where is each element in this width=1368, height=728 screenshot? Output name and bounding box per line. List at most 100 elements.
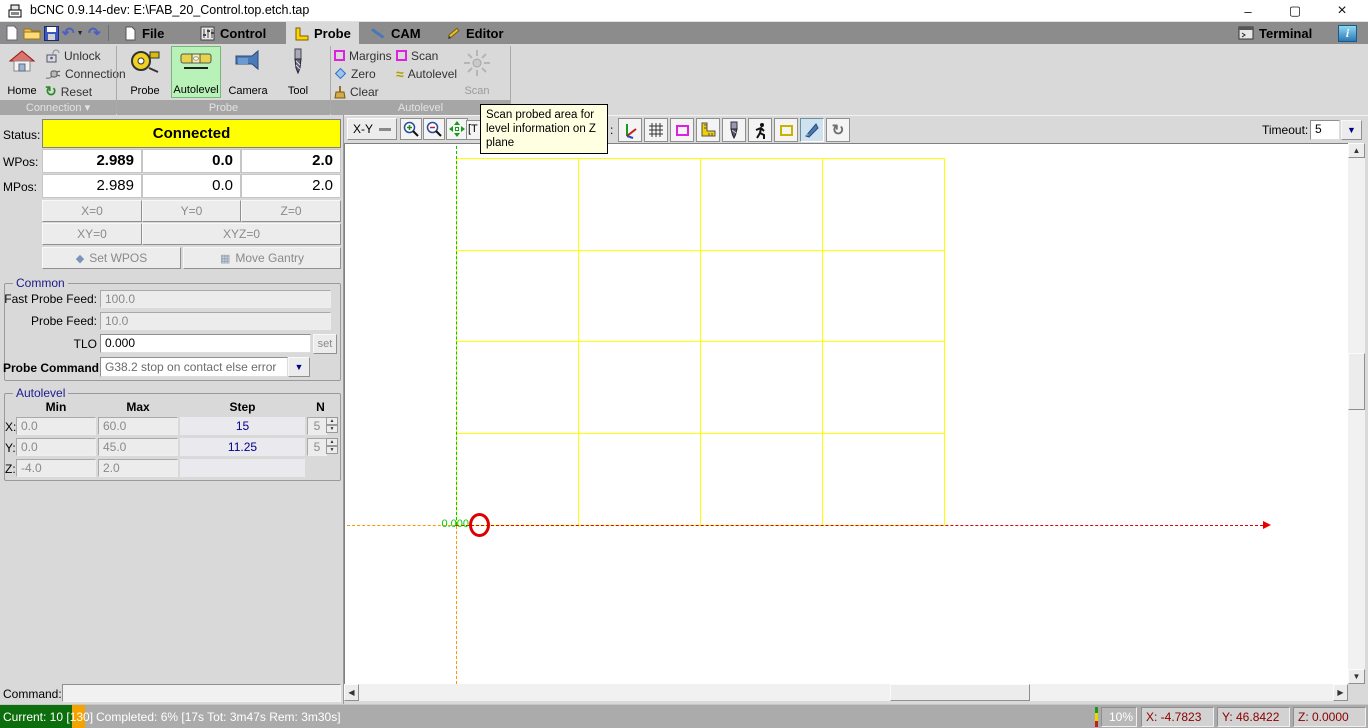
margins-button[interactable]: Margins [334, 47, 392, 64]
vscrollbar-thumb[interactable] [1348, 353, 1365, 410]
show-workarea-button[interactable] [774, 118, 798, 142]
scroll-left-icon[interactable]: ◀ [344, 684, 359, 701]
tab-control[interactable]: Control [192, 22, 274, 44]
tab-file[interactable]: File [116, 22, 172, 44]
timeout-input[interactable]: 5 [1310, 120, 1340, 140]
redo-button[interactable]: ↷ [88, 24, 101, 42]
x-n-spinner[interactable]: ▲ ▼ [326, 417, 338, 435]
zero-button[interactable]: Zero [334, 65, 376, 82]
x-min-input[interactable]: 0.0 [16, 417, 96, 435]
title-bar: bCNC 0.9.14-dev: E:\FAB_20_Control.top.e… [0, 0, 1368, 22]
refresh-button[interactable]: ↻ [826, 118, 850, 142]
fast-probe-feed-input[interactable]: 100.0 [100, 290, 331, 308]
gcode-canvas[interactable]: 0.000 [344, 143, 1348, 684]
window-title: bCNC 0.9.14-dev: E:\FAB_20_Control.top.e… [30, 3, 310, 17]
canvas-vscrollbar[interactable]: ▲ ▼ [1348, 143, 1365, 684]
spin-up-icon[interactable]: ▲ [326, 438, 338, 446]
tab-probe[interactable]: Probe [286, 22, 359, 44]
clear-button[interactable]: Clear [334, 83, 379, 100]
zoom-in-button[interactable] [400, 118, 422, 140]
scroll-right-icon[interactable]: ▶ [1333, 684, 1348, 701]
z-min-input[interactable]: -4.0 [16, 459, 96, 477]
zero-z-button[interactable]: Z=0 [241, 200, 341, 222]
canvas-hscrollbar[interactable]: ◀ ▶ [344, 684, 1348, 701]
spin-down-icon[interactable]: ▼ [326, 425, 338, 433]
probe-command-dropdown[interactable]: ▼ [288, 357, 310, 377]
show-margins-button[interactable] [670, 118, 694, 142]
mpos-label: MPos: [3, 180, 38, 194]
mouse-y-coordinate: Y: 46.8422 [1217, 707, 1290, 727]
z-max-input[interactable]: 2.0 [98, 459, 178, 477]
unlock-button[interactable]: Unlock [45, 47, 101, 64]
x-n-input[interactable]: 5 [307, 417, 327, 435]
camera-button[interactable]: Camera [224, 46, 272, 98]
zero-xy-button[interactable]: XY=0 [42, 223, 142, 245]
tool-button[interactable]: Tool [276, 46, 320, 98]
spin-up-icon[interactable]: ▲ [326, 417, 338, 425]
maximize-button[interactable]: ▢ [1280, 0, 1310, 22]
probe-button[interactable]: Probe [122, 46, 168, 98]
wpos-x[interactable]: 2.989 [42, 149, 142, 173]
zero-x-button[interactable]: X=0 [42, 200, 142, 222]
fit-to-screen-button[interactable] [446, 118, 468, 140]
show-axes-button[interactable] [618, 118, 642, 142]
move-gantry-button[interactable]: ▦ Move Gantry [183, 247, 341, 269]
show-paths-button[interactable] [722, 118, 746, 142]
zoom-out-button[interactable] [423, 118, 445, 140]
grid-line [578, 158, 579, 526]
wpos-z[interactable]: 2.0 [241, 149, 341, 173]
minimize-button[interactable]: – [1233, 0, 1263, 22]
scroll-up-icon[interactable]: ▲ [1348, 143, 1365, 158]
x-max-input[interactable]: 60.0 [98, 417, 178, 435]
status-connected-badge: Connected [42, 119, 341, 148]
wave-icon: ≈ [396, 65, 404, 82]
timeout-dropdown[interactable]: ▼ [1341, 120, 1362, 140]
scan-margins-button[interactable]: Scan [396, 47, 438, 64]
spirit-level-icon [180, 53, 212, 69]
scan-big-button[interactable]: Scan [452, 46, 502, 98]
hscrollbar-thumb[interactable] [890, 684, 1030, 701]
connection-button[interactable]: Connection [45, 65, 126, 82]
show-probe-button[interactable] [696, 118, 720, 142]
y-max-input[interactable]: 45.0 [98, 438, 178, 456]
connection-group-caption[interactable]: Connection ▾ [0, 100, 116, 115]
spin-down-icon[interactable]: ▼ [326, 446, 338, 454]
scroll-down-icon[interactable]: ▼ [1348, 669, 1365, 684]
home-button[interactable]: Home [2, 46, 42, 98]
close-button[interactable]: × [1327, 0, 1357, 22]
y-n-input[interactable]: 5 [307, 438, 327, 456]
show-rapids-button[interactable] [748, 118, 772, 142]
info-button[interactable]: i [1338, 25, 1357, 42]
save-file-button[interactable] [44, 24, 59, 42]
undo-dropdown-icon[interactable]: ▼ [77, 30, 84, 37]
draw-paint-button[interactable] [800, 118, 824, 142]
tab-editor[interactable]: Editor [438, 22, 512, 44]
autolevel-button[interactable]: Autolevel [171, 46, 221, 98]
reset-button[interactable]: ↻ Reset [45, 83, 92, 100]
y-min-input[interactable]: 0.0 [16, 438, 96, 456]
probe-command-combobox[interactable]: G38.2 stop on contact else error [100, 357, 288, 377]
command-input[interactable] [62, 684, 341, 702]
new-file-icon [6, 25, 18, 41]
probe-feed-input[interactable]: 10.0 [100, 312, 331, 330]
wpos-y[interactable]: 0.0 [142, 149, 241, 173]
new-file-button[interactable] [5, 24, 19, 42]
zero-y-button[interactable]: Y=0 [142, 200, 241, 222]
show-grid-button[interactable] [644, 118, 668, 142]
tlo-input[interactable]: 0.000 [100, 334, 311, 353]
tlo-set-button[interactable]: set [313, 334, 337, 354]
y-n-spinner[interactable]: ▲ ▼ [326, 438, 338, 456]
tab-cam[interactable]: CAM [362, 22, 429, 44]
undo-button[interactable]: ↶ ▼ [62, 24, 84, 42]
open-file-button[interactable] [23, 24, 41, 42]
set-wpos-button[interactable]: ◆ Set WPOS [42, 247, 181, 269]
status-label: Status: [3, 128, 41, 142]
view-select-button[interactable]: X-Y [347, 118, 397, 140]
hidden-control-partial[interactable]: [T [466, 120, 481, 140]
zero-xyz-button[interactable]: XYZ=0 [142, 223, 341, 245]
grid-line [456, 433, 945, 434]
probe-feed-label: Probe Feed: [30, 314, 97, 328]
terminal-toggle[interactable]: Terminal [1230, 22, 1320, 44]
mouse-x-coordinate: X: -4.7823 [1141, 707, 1214, 727]
autolevel-small-button[interactable]: ≈ Autolevel [396, 65, 457, 82]
